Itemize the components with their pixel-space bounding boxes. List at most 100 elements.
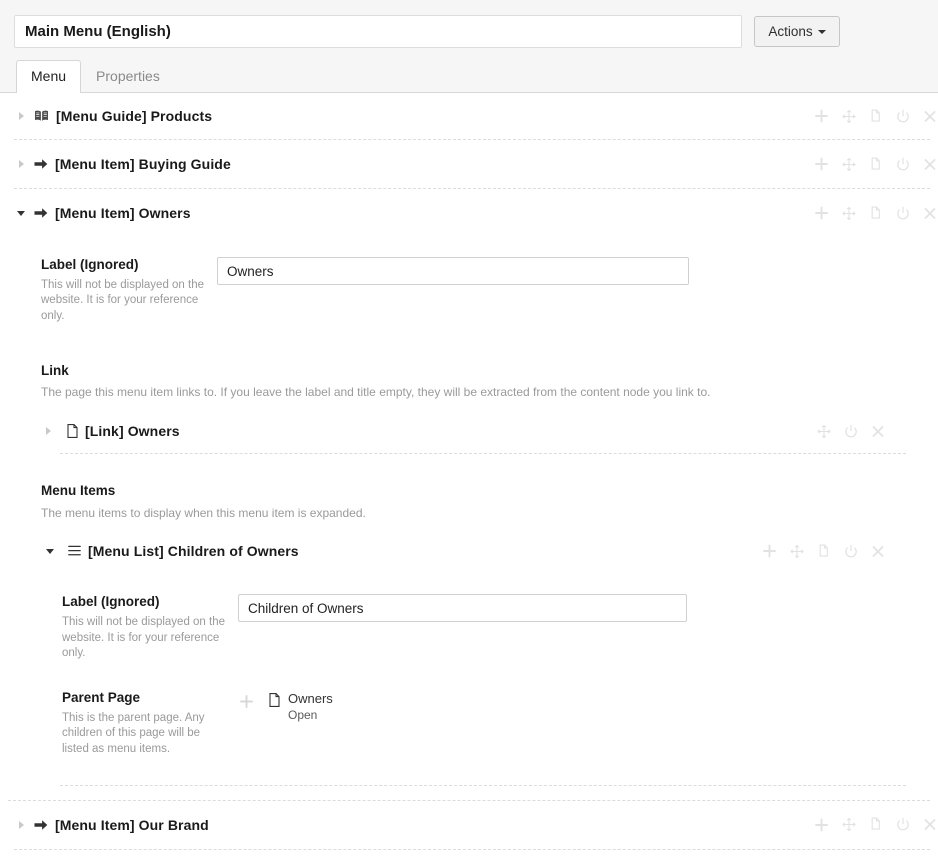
expand-toggle-icon[interactable]: [14, 112, 28, 120]
tree-row-label: [Menu List] Children of Owners: [88, 543, 299, 559]
tab-menu[interactable]: Menu: [16, 60, 81, 93]
collapse-toggle-icon[interactable]: [43, 549, 57, 554]
field-title: Label (Ignored): [41, 257, 205, 273]
row-divider: [60, 785, 906, 786]
row-actions: [813, 156, 938, 173]
power-icon[interactable]: [842, 543, 859, 560]
plus-icon[interactable]: [813, 108, 830, 125]
tree-row-link-owners[interactable]: [Link] Owners: [41, 409, 918, 453]
document-icon: [269, 693, 280, 710]
row-actions: [813, 108, 938, 125]
tree-row-menu-item-our-brand[interactable]: [Menu Item] Our Brand: [0, 801, 938, 849]
actions-button[interactable]: Actions: [754, 16, 840, 47]
row-actions: [813, 205, 938, 222]
power-icon[interactable]: [894, 205, 911, 222]
field-title: Label (Ignored): [62, 594, 226, 610]
close-icon[interactable]: [869, 423, 886, 440]
copy-icon[interactable]: [867, 108, 884, 125]
move-icon[interactable]: [840, 108, 857, 125]
tree-row-label: [Menu Guide] Products: [56, 108, 212, 124]
tree-row-menu-item-buying-guide[interactable]: [Menu Item] Buying Guide: [0, 140, 938, 188]
power-icon[interactable]: [894, 156, 911, 173]
chevron-down-icon: [17, 211, 25, 216]
document-icon: [67, 424, 78, 438]
actions-button-label: Actions: [768, 24, 812, 39]
tree-row-label: [Menu Item] Owners: [55, 205, 191, 221]
plus-icon[interactable]: [813, 205, 830, 222]
close-icon[interactable]: [869, 543, 886, 560]
plus-icon[interactable]: [813, 816, 830, 833]
power-icon[interactable]: [894, 816, 911, 833]
document-title-input[interactable]: [14, 15, 742, 48]
book-icon: [34, 110, 49, 122]
field-label-column: Label (Ignored) This will not be display…: [62, 594, 238, 661]
link-section-description: The page this menu item links to. If you…: [41, 385, 918, 401]
header-toolbar: Actions: [0, 0, 938, 53]
copy-icon[interactable]: [867, 205, 884, 222]
copy-icon[interactable]: [867, 156, 884, 173]
link-section-title: Link: [41, 363, 918, 379]
chevron-down-icon: [818, 30, 826, 34]
row-actions: [761, 543, 886, 560]
row-actions: [813, 816, 938, 833]
tab-properties[interactable]: Properties: [81, 60, 175, 92]
nested-label-input[interactable]: [238, 594, 687, 622]
field-help-text: This will not be displayed on the websit…: [62, 615, 226, 661]
power-icon[interactable]: [894, 108, 911, 125]
move-icon[interactable]: [840, 156, 857, 173]
plus-icon[interactable]: [238, 693, 255, 710]
field-label-column: Label (Ignored) This will not be display…: [41, 257, 217, 324]
copy-icon[interactable]: [867, 816, 884, 833]
plus-icon[interactable]: [813, 156, 830, 173]
owners-detail-panel: Label (Ignored) This will not be display…: [0, 237, 938, 786]
field-help-text: This will not be displayed on the websit…: [41, 278, 205, 324]
label-input[interactable]: [217, 257, 689, 285]
close-icon[interactable]: [921, 156, 938, 173]
arrow-right-icon: [34, 207, 48, 219]
tree-row-menu-guide-products[interactable]: [Menu Guide] Products: [0, 93, 938, 139]
move-icon[interactable]: [815, 423, 832, 440]
tab-bar: Menu Properties: [0, 53, 938, 92]
chevron-right-icon: [19, 160, 24, 168]
tree-row-label: [Menu Item] Buying Guide: [55, 156, 231, 172]
plus-icon[interactable]: [761, 543, 778, 560]
move-icon[interactable]: [840, 205, 857, 222]
link-section: Link The page this menu item links to. I…: [41, 363, 918, 455]
chevron-right-icon: [46, 427, 51, 435]
row-actions: [815, 423, 886, 440]
row-divider: [14, 849, 930, 850]
label-ignored-field: Label (Ignored) This will not be display…: [41, 237, 918, 324]
close-icon[interactable]: [921, 816, 938, 833]
parent-page-value: Owners Open: [238, 690, 333, 722]
chevron-down-icon: [46, 549, 54, 554]
menu-list-detail-panel: Label (Ignored) This will not be display…: [41, 573, 918, 756]
page-header: Actions Menu Properties: [0, 0, 938, 93]
field-label-column: Parent Page This is the parent page. Any…: [62, 690, 238, 757]
row-divider: [60, 453, 906, 454]
expand-toggle-icon[interactable]: [41, 427, 55, 435]
menu-items-section: Menu Items The menu items to display whe…: [41, 483, 918, 785]
expand-toggle-icon[interactable]: [14, 821, 28, 829]
menu-items-section-description: The menu items to display when this menu…: [41, 506, 918, 522]
list-icon: [68, 545, 81, 557]
field-title: Parent Page: [62, 690, 226, 706]
arrow-right-icon: [34, 819, 48, 831]
move-icon[interactable]: [840, 816, 857, 833]
parent-page-label: Owners: [288, 691, 333, 706]
move-icon[interactable]: [788, 543, 805, 560]
close-icon[interactable]: [921, 205, 938, 222]
tree-row-label: [Link] Owners: [85, 423, 180, 439]
close-icon[interactable]: [921, 108, 938, 125]
expand-toggle-icon[interactable]: [14, 160, 28, 168]
tree-row-menu-list-children-of-owners[interactable]: [Menu List] Children of Owners: [41, 529, 918, 573]
open-link[interactable]: Open: [288, 708, 333, 722]
chevron-right-icon: [19, 821, 24, 829]
power-icon[interactable]: [842, 423, 859, 440]
parent-page-field: Parent Page This is the parent page. Any…: [62, 661, 918, 757]
field-help-text: This is the parent page. Any children of…: [62, 711, 226, 757]
tree-row-menu-item-owners[interactable]: [Menu Item] Owners: [0, 189, 938, 237]
menu-items-section-title: Menu Items: [41, 483, 918, 499]
copy-icon[interactable]: [815, 543, 832, 560]
collapse-toggle-icon[interactable]: [14, 211, 28, 216]
tree-row-label: [Menu Item] Our Brand: [55, 817, 209, 833]
